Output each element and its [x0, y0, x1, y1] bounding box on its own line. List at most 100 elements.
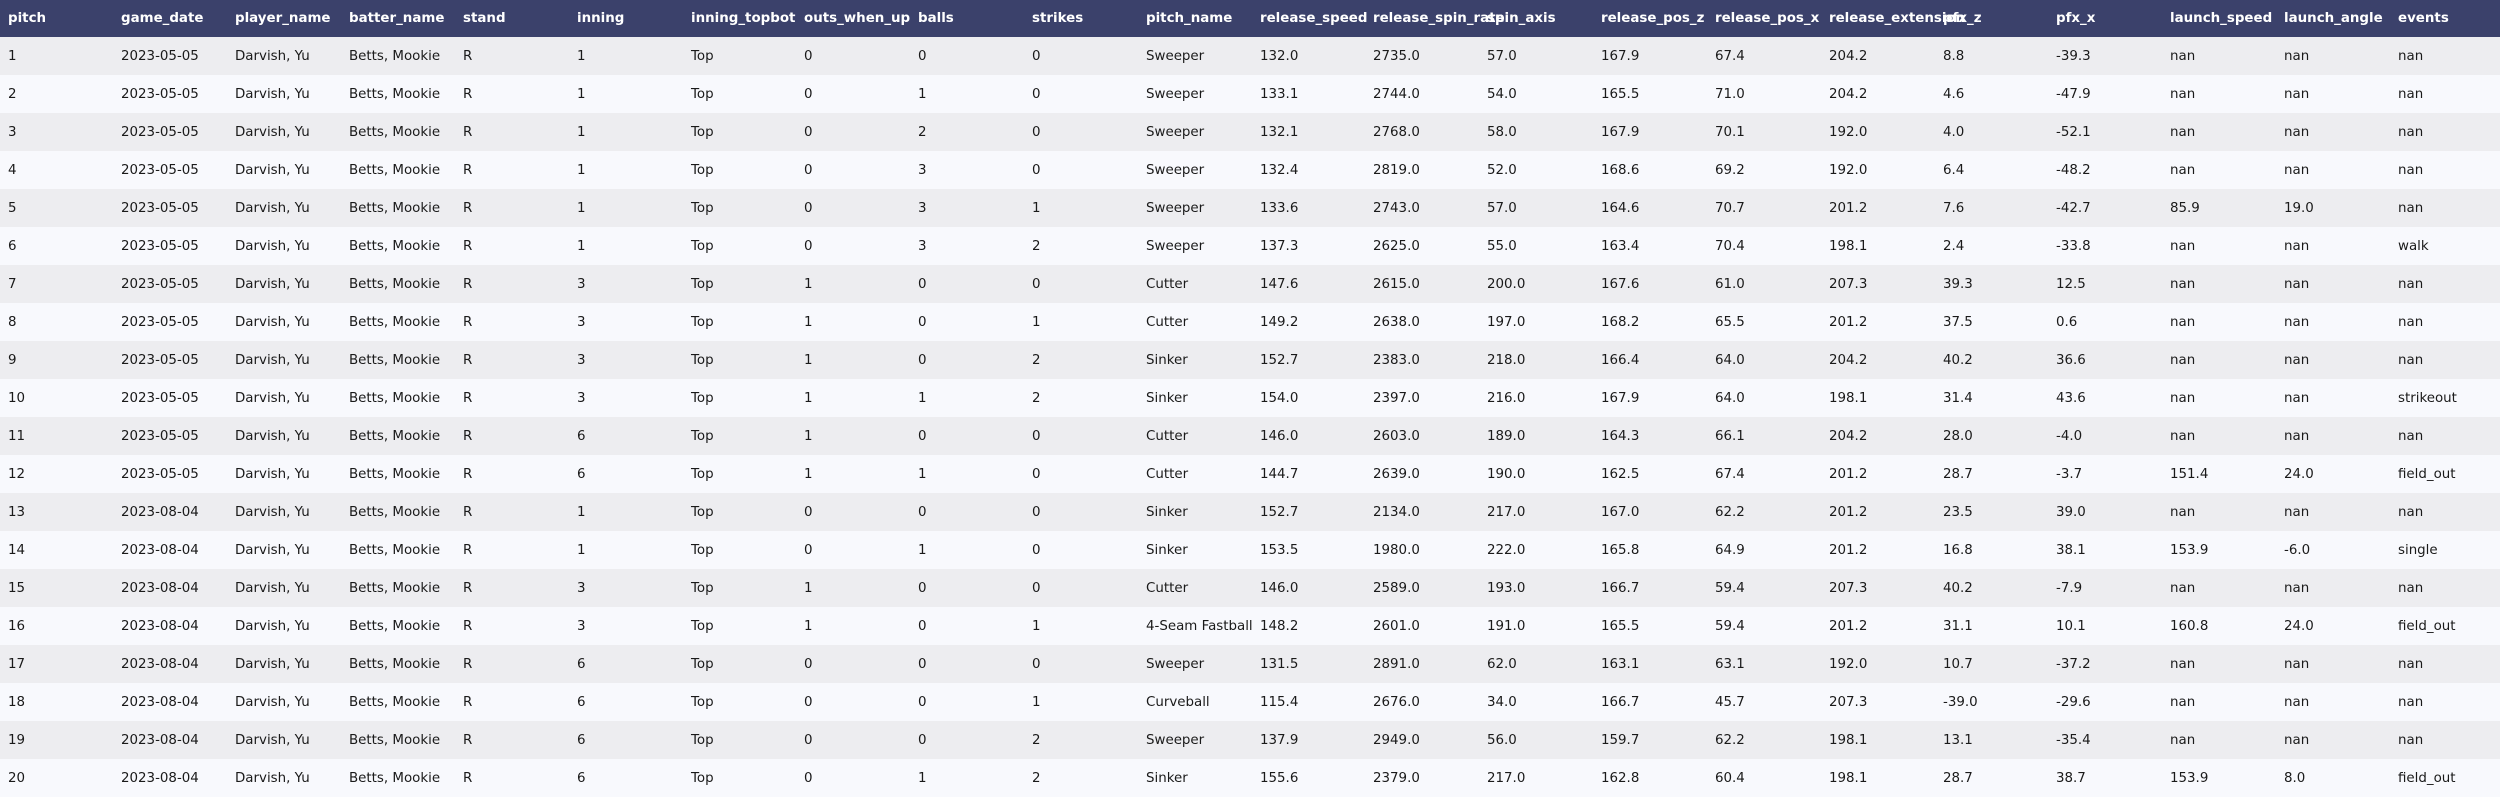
cell-events: strikeout: [2398, 390, 2457, 406]
cell-release-extension: 201.2: [1829, 618, 1868, 634]
cell-launch-speed: 153.9: [2170, 770, 2209, 786]
cell-release-spin-rate: 2819.0: [1373, 162, 1420, 178]
cell-inning: 1: [577, 504, 586, 520]
column-header-stand[interactable]: stand: [455, 0, 569, 37]
table-row: 7 2023-05-05 Darvish, Yu Betts, Mookie R 3 Top…: [0, 265, 2500, 303]
cell-release-pos-x: 70.1: [1715, 124, 1745, 140]
column-header-launch-speed[interactable]: launch_speed: [2162, 0, 2276, 37]
cell-release-pos-x: 62.2: [1715, 504, 1745, 520]
column-header-release-pos-z[interactable]: release_pos_z: [1593, 0, 1707, 37]
cell-balls: 0: [918, 276, 927, 292]
cell-pfx-x: -42.7: [2056, 200, 2091, 216]
column-header-game-date[interactable]: game_date: [113, 0, 227, 37]
cell-game-date: 2023-08-04: [121, 732, 199, 748]
cell-launch-speed: nan: [2170, 580, 2196, 596]
cell-release-spin-rate: 2134.0: [1373, 504, 1420, 520]
column-header-strikes[interactable]: strikes: [1024, 0, 1138, 37]
cell-pfx-z: 2.4: [1943, 238, 1965, 254]
cell-release-spin-rate: 2603.0: [1373, 428, 1420, 444]
cell-stand: R: [463, 238, 473, 254]
cell-pitch: 9: [8, 352, 17, 368]
cell-pitch-name: Sweeper: [1146, 200, 1205, 216]
cell-release-extension: 198.1: [1829, 238, 1868, 254]
cell-launch-speed: nan: [2170, 694, 2196, 710]
cell-player-name: Darvish, Yu: [235, 618, 310, 634]
cell-batter-name: Betts, Mookie: [349, 618, 441, 634]
cell-pitch: 20: [8, 770, 26, 786]
cell-inning: 1: [577, 200, 586, 216]
column-header-balls[interactable]: balls: [910, 0, 1024, 37]
column-header-pfx-x[interactable]: pfx_x: [2048, 0, 2162, 37]
cell-pfx-x: -7.9: [2056, 580, 2083, 596]
cell-release-pos-z: 164.6: [1601, 200, 1640, 216]
cell-release-speed: 146.0: [1260, 428, 1299, 444]
column-header-player-name[interactable]: player_name: [227, 0, 341, 37]
cell-launch-angle: nan: [2284, 86, 2310, 102]
cell-launch-speed: 151.4: [2170, 466, 2209, 482]
column-header-pfx-z[interactable]: pfx_z: [1935, 0, 2048, 37]
cell-strikes: 2: [1032, 732, 1041, 748]
cell-game-date: 2023-05-05: [121, 48, 199, 64]
cell-outs-when-up: 0: [804, 656, 813, 672]
cell-player-name: Darvish, Yu: [235, 314, 310, 330]
cell-strikes: 0: [1032, 542, 1041, 558]
cell-release-pos-z: 166.4: [1601, 352, 1640, 368]
column-header-release-extension[interactable]: release_extension: [1821, 0, 1965, 37]
cell-inning-topbot: Top: [691, 276, 714, 292]
cell-events: walk: [2398, 238, 2429, 254]
cell-pfx-x: -39.3: [2056, 48, 2091, 64]
cell-events: nan: [2398, 580, 2424, 596]
cell-events: nan: [2398, 504, 2424, 520]
cell-pitch: 3: [8, 124, 17, 140]
column-header-release-pos-x[interactable]: release_pos_x: [1707, 0, 1821, 37]
cell-stand: R: [463, 162, 473, 178]
cell-pitch: 19: [8, 732, 26, 748]
column-header-events[interactable]: events: [2390, 0, 2500, 37]
cell-release-pos-x: 63.1: [1715, 656, 1745, 672]
cell-spin-axis: 55.0: [1487, 238, 1517, 254]
cell-stand: R: [463, 48, 473, 64]
column-header-launch-angle[interactable]: launch_angle: [2276, 0, 2390, 37]
cell-stand: R: [463, 86, 473, 102]
column-header-pitch[interactable]: pitch: [0, 0, 113, 37]
cell-release-speed: 147.6: [1260, 276, 1299, 292]
cell-player-name: Darvish, Yu: [235, 48, 310, 64]
cell-stand: R: [463, 352, 473, 368]
cell-inning: 6: [577, 466, 586, 482]
cell-balls: 0: [918, 504, 927, 520]
cell-outs-when-up: 0: [804, 732, 813, 748]
cell-release-spin-rate: 2639.0: [1373, 466, 1420, 482]
cell-batter-name: Betts, Mookie: [349, 428, 441, 444]
cell-batter-name: Betts, Mookie: [349, 732, 441, 748]
cell-balls: 0: [918, 48, 927, 64]
cell-spin-axis: 189.0: [1487, 428, 1526, 444]
column-header-outs-when-up[interactable]: outs_when_up: [796, 0, 910, 37]
column-header-spin-axis[interactable]: spin_axis: [1479, 0, 1593, 37]
cell-strikes: 2: [1032, 390, 1041, 406]
column-header-pitch-name[interactable]: pitch_name: [1138, 0, 1252, 37]
cell-release-speed: 154.0: [1260, 390, 1299, 406]
column-header-inning[interactable]: inning: [569, 0, 683, 37]
cell-balls: 0: [918, 352, 927, 368]
column-header-release-speed[interactable]: release_speed: [1252, 0, 1367, 37]
cell-spin-axis: 197.0: [1487, 314, 1526, 330]
cell-release-speed: 132.4: [1260, 162, 1299, 178]
column-header-batter-name[interactable]: batter_name: [341, 0, 455, 37]
cell-launch-speed: 160.8: [2170, 618, 2209, 634]
cell-inning-topbot: Top: [691, 48, 714, 64]
column-header-inning-topbot[interactable]: inning_topbot: [683, 0, 796, 37]
cell-release-extension: 207.3: [1829, 276, 1868, 292]
cell-release-spin-rate: 1980.0: [1373, 542, 1420, 558]
cell-release-pos-z: 165.5: [1601, 618, 1640, 634]
cell-outs-when-up: 1: [804, 618, 813, 634]
cell-release-spin-rate: 2743.0: [1373, 200, 1420, 216]
cell-launch-angle: nan: [2284, 162, 2310, 178]
cell-events: nan: [2398, 428, 2424, 444]
cell-pfx-x: 0.6: [2056, 314, 2078, 330]
cell-launch-speed: nan: [2170, 352, 2196, 368]
column-header-release-spin-rate[interactable]: release_spin_rate: [1365, 0, 1505, 37]
cell-batter-name: Betts, Mookie: [349, 200, 441, 216]
cell-spin-axis: 217.0: [1487, 770, 1526, 786]
cell-stand: R: [463, 694, 473, 710]
cell-game-date: 2023-05-05: [121, 390, 199, 406]
